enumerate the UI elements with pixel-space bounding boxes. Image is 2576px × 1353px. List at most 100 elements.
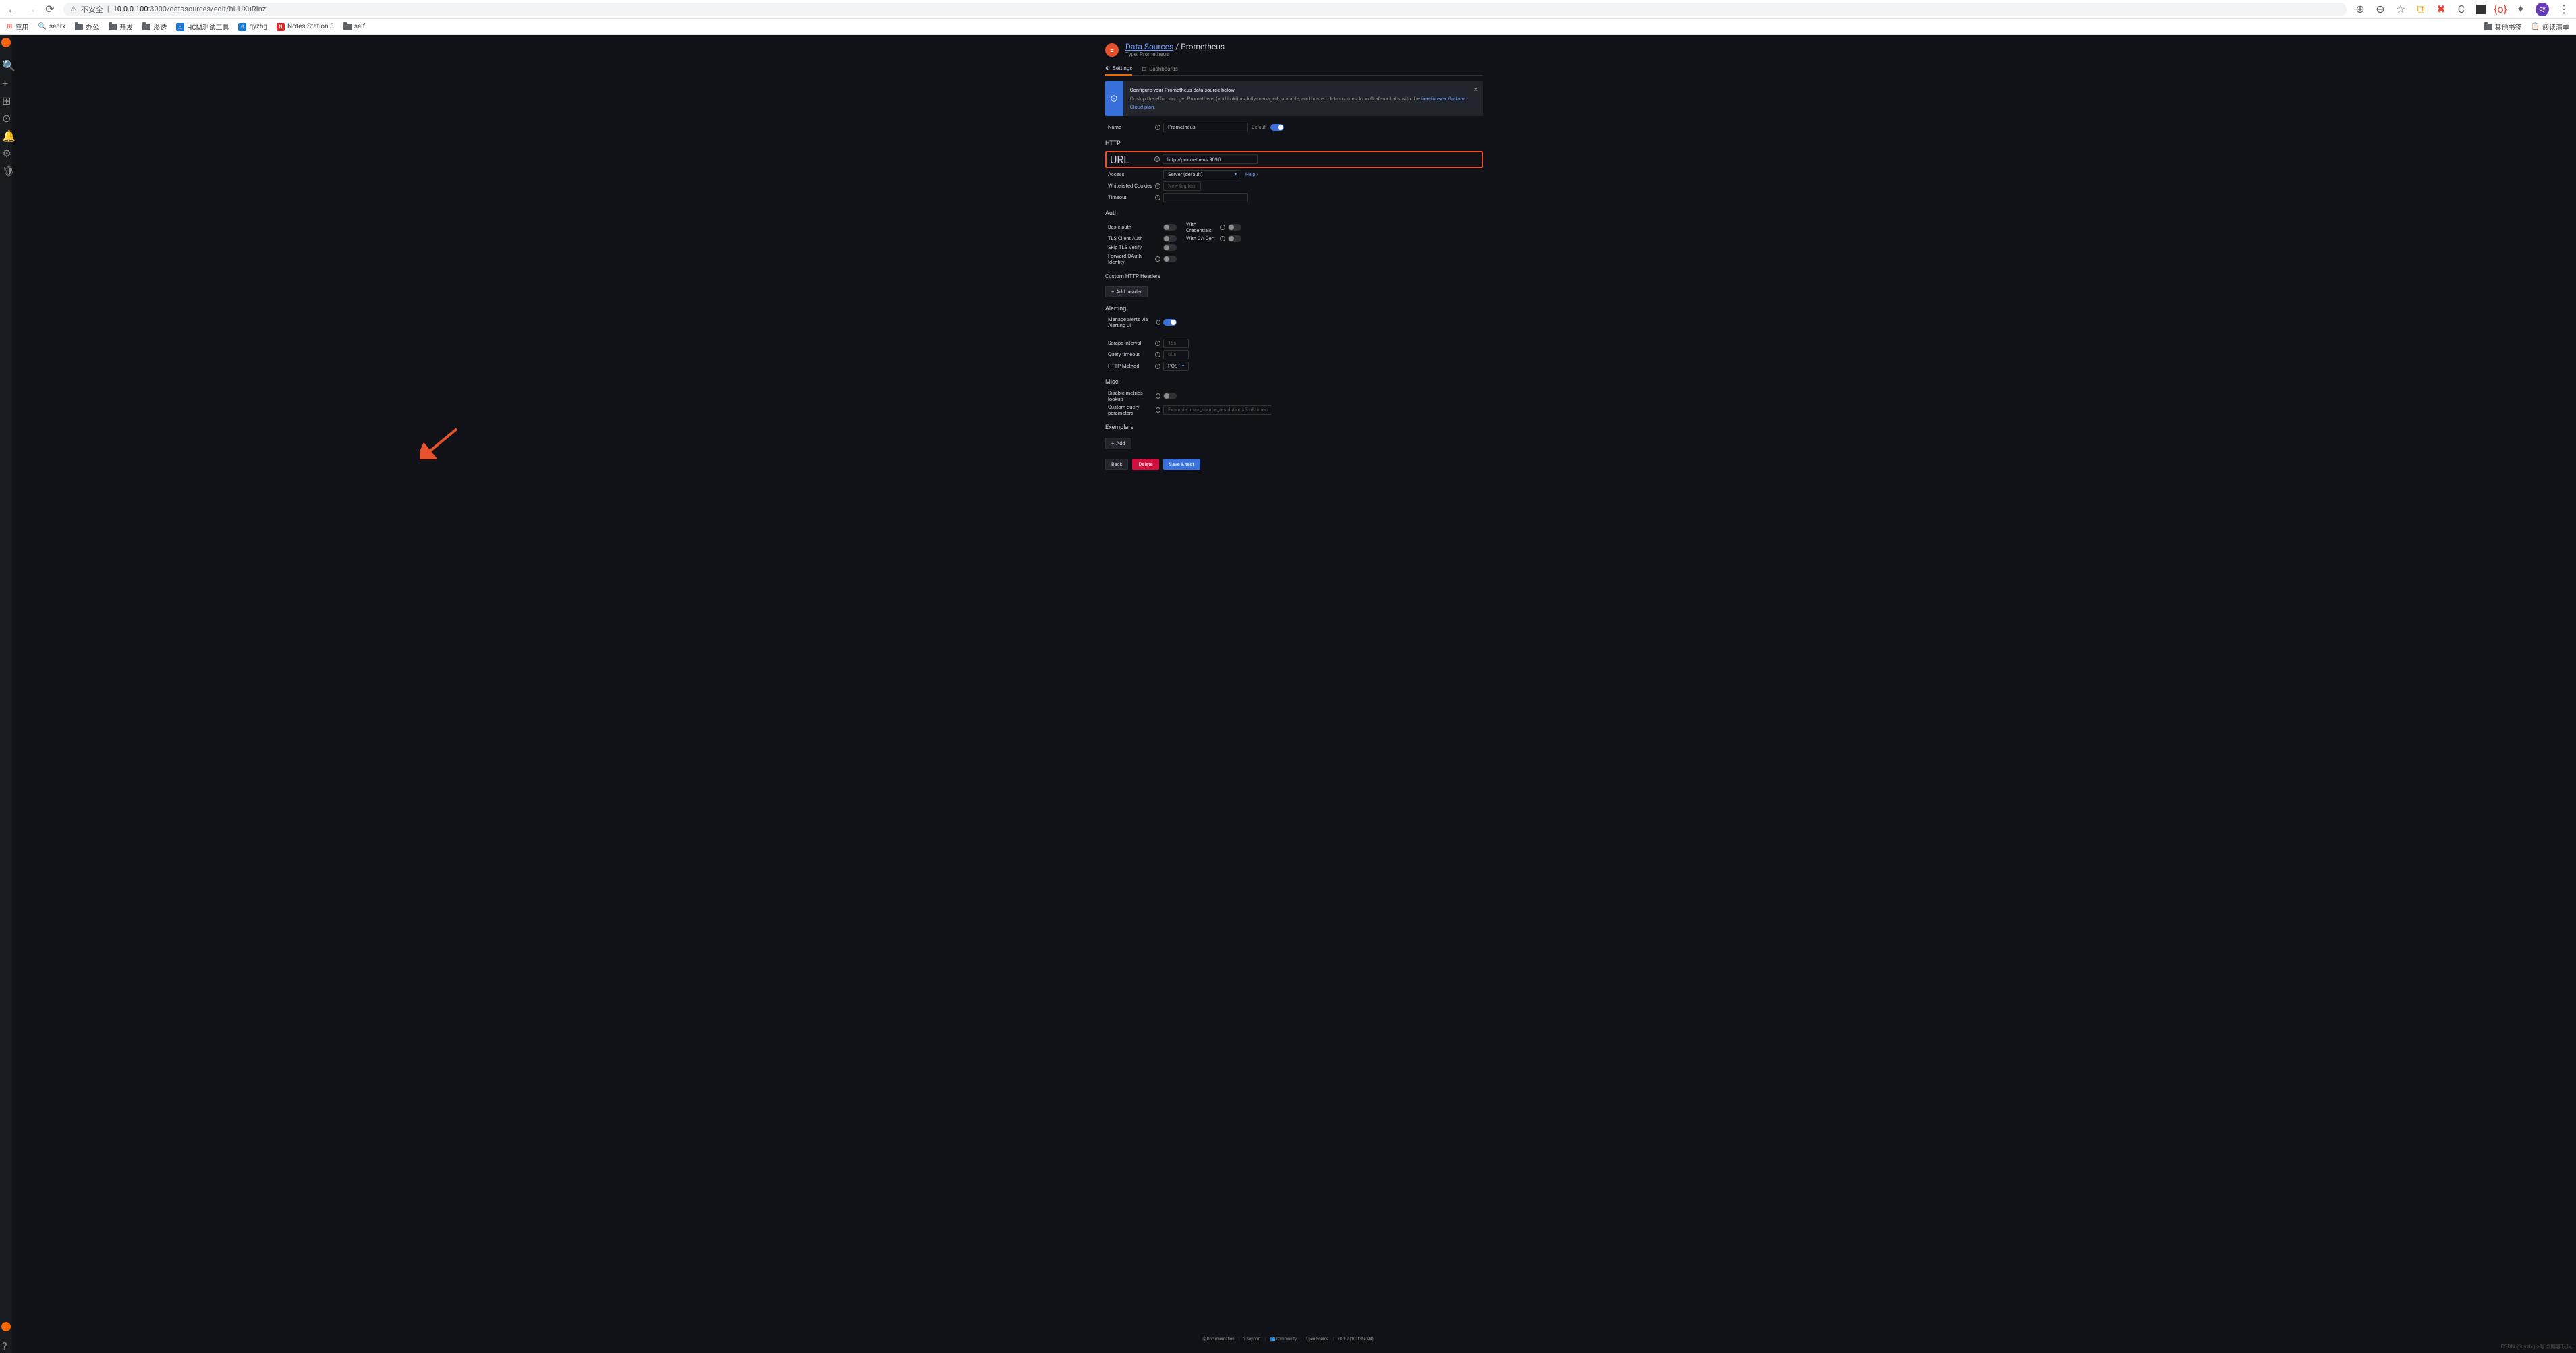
bookmark-dev[interactable]: 开发 [109,22,133,32]
skip-tls-label: Skip TLS Verify [1105,244,1163,250]
forward-oauth-label: Forward OAuth Identityi [1105,253,1163,265]
info-icon[interactable]: i [1220,236,1225,241]
info-icon[interactable]: i [1155,183,1160,189]
reload-button[interactable]: ⟳ [45,4,55,15]
search-icon[interactable]: 🔍 [2,59,10,67]
add-exemplar-button[interactable]: +Add [1105,438,1131,449]
explore-icon[interactable]: ⊙ [2,112,10,120]
alerting-icon[interactable]: 🔔 [2,129,10,138]
http-section-title: HTTP [1105,140,1483,147]
ext-icon-4[interactable]: {o} [2495,4,2506,15]
forward-button[interactable]: → [26,4,36,15]
info-icon[interactable]: i [1155,341,1160,346]
plus-icon: + [1111,289,1114,295]
info-icon[interactable]: i [1155,125,1160,130]
bookmark-qyzhg[interactable]: Gqyzhg [238,23,267,31]
add-header-button[interactable]: +Add header [1105,286,1148,297]
misc-section-title: Misc [1105,379,1483,386]
bookmark-searx[interactable]: 🔍searx [38,23,65,30]
info-icon[interactable]: i [1155,352,1160,357]
apps-button[interactable]: ⊞应用 [7,22,28,32]
help-icon[interactable]: ? [2,1340,10,1348]
ext-icon-1[interactable]: ✖ [2436,4,2446,15]
server-admin-icon[interactable]: 🛡 [2,165,10,173]
prometheus-icon [1105,43,1119,57]
star-icon[interactable]: ☆ [2395,4,2406,15]
grafana-logo-icon[interactable] [1,38,11,47]
skip-tls-toggle[interactable] [1163,244,1177,251]
info-icon[interactable]: i [1155,364,1160,369]
info-icon[interactable]: i [1156,393,1160,399]
url-highlight: URLi [1105,151,1483,168]
footer-community[interactable]: 👥 Community [1270,1337,1297,1342]
grafana-footer: ⎘ Documentation| ? Support| 👥 Community|… [1202,1337,1373,1342]
http-method-select[interactable]: POST▾ [1163,362,1189,371]
with-creds-toggle[interactable] [1228,224,1241,231]
timeout-input[interactable] [1163,193,1248,202]
scrape-interval-input[interactable] [1163,339,1189,348]
save-test-button[interactable]: Save & test [1163,459,1200,470]
bookmark-work[interactable]: 办公 [75,22,99,32]
ext-icon-2[interactable]: C [2456,4,2467,15]
zoom-icon[interactable]: ⊖ [2375,4,2386,15]
access-select[interactable]: Server (default)▾ [1163,170,1241,179]
dashboards-icon[interactable]: ⊞ [2,94,10,103]
manage-alerts-label: Manage alerts via Alerting UIi [1105,316,1163,328]
footer-opensource[interactable]: Open Source [1306,1337,1328,1342]
back-button[interactable]: Back [1105,459,1128,470]
breadcrumb-parent[interactable]: Data Sources [1125,42,1173,51]
footer-docs[interactable]: ⎘ Documentation [1202,1337,1234,1342]
basic-auth-label: Basic auth [1105,224,1163,230]
plus-icon[interactable]: + [2,77,10,85]
forward-oauth-toggle[interactable] [1163,256,1177,262]
delete-button[interactable]: Delete [1132,459,1158,470]
address-bar[interactable]: ⚠ 不安全 | 10.0.0.100:3000/datasources/edit… [63,3,2347,16]
apps-icon: ⊞ [1142,66,1146,72]
tls-client-toggle[interactable] [1163,235,1177,242]
tab-dashboards[interactable]: ⊞Dashboards [1142,63,1178,75]
with-ca-label: With CA Certi [1183,235,1228,241]
info-icon[interactable]: i [1154,156,1160,162]
info-icon[interactable]: i [1155,256,1160,262]
footer-version: v8.1.2 (103f8fa094) [1338,1337,1374,1342]
copy-icon[interactable]: ⧉ [2415,4,2426,15]
url-input[interactable] [1163,154,1258,164]
disable-metrics-toggle[interactable] [1163,393,1177,399]
bookmark-pentest[interactable]: 渗透 [142,22,167,32]
bookmark-hcm[interactable]: △HCM测试工具 [176,22,229,32]
back-button[interactable]: ← [7,4,18,15]
name-input[interactable] [1163,123,1248,132]
config-icon[interactable]: ⚙ [2,147,10,155]
with-creds-label: With Credentialsi [1183,221,1228,233]
bookmark-notes[interactable]: NNotes Station 3 [277,23,334,31]
custom-query-input[interactable] [1163,405,1272,415]
info-icon[interactable]: i [1155,195,1160,200]
http-method-label: HTTP Methodi [1105,363,1163,369]
translate-icon[interactable]: ⊕ [2355,4,2365,15]
other-bookmarks[interactable]: 其他书签 [2484,22,2522,32]
disable-metrics-label: Disable metrics lookupi [1105,390,1163,402]
cookies-label: Whitelisted Cookiesi [1105,183,1163,189]
with-ca-toggle[interactable] [1228,235,1241,242]
tab-settings[interactable]: ⚙Settings [1105,63,1132,76]
user-avatar-icon[interactable] [1,1322,11,1331]
custom-headers-title: Custom HTTP Headers [1105,273,1483,279]
profile-avatar[interactable]: qy [2536,3,2549,16]
help-link[interactable]: Help › [1245,172,1258,177]
menu-icon[interactable]: ⋮ [2558,4,2569,15]
close-icon[interactable]: × [1474,86,1478,94]
reading-list[interactable]: 📋阅读清单 [2531,22,2569,32]
default-toggle[interactable] [1270,124,1284,131]
info-icon[interactable]: i [1156,320,1160,325]
query-timeout-input[interactable] [1163,350,1189,359]
info-icon[interactable]: i [1220,225,1225,230]
basic-auth-toggle[interactable] [1163,224,1177,231]
manage-alerts-toggle[interactable] [1163,319,1177,326]
grafana-sidebar: 🔍 + ⊞ ⊙ 🔔 ⚙ 🛡 ? [0,35,12,1353]
ext-icon-3[interactable] [2476,5,2486,14]
info-icon[interactable]: i [1156,407,1160,413]
cookies-input[interactable] [1163,181,1201,191]
footer-support[interactable]: ? Support [1243,1337,1261,1342]
extensions-icon[interactable]: ✦ [2515,4,2526,15]
bookmark-self[interactable]: self [343,23,365,30]
